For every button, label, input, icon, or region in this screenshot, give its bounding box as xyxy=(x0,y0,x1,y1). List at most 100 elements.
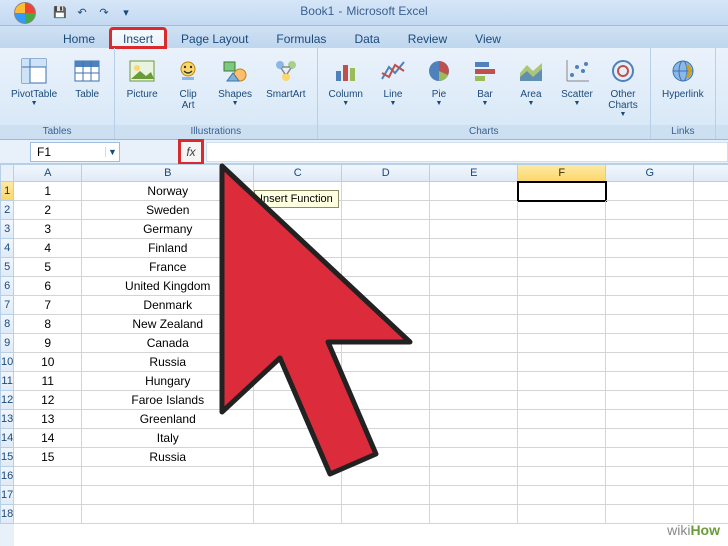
cell-H16[interactable] xyxy=(694,467,728,486)
cell-B12[interactable]: Faroe Islands xyxy=(82,391,254,410)
cell-E14[interactable] xyxy=(430,429,518,448)
cell-G3[interactable] xyxy=(606,220,694,239)
cell-F12[interactable] xyxy=(518,391,606,410)
cell-G5[interactable] xyxy=(606,258,694,277)
cell-A8[interactable]: 8 xyxy=(14,315,82,334)
cell-G2[interactable] xyxy=(606,201,694,220)
cell-A13[interactable]: 13 xyxy=(14,410,82,429)
cell-H1[interactable] xyxy=(694,182,728,201)
cell-D8[interactable] xyxy=(342,315,430,334)
pie-button[interactable]: Pie▼ xyxy=(418,52,460,110)
table-button[interactable]: Table xyxy=(66,52,108,103)
row-header-1[interactable]: 1 xyxy=(0,182,14,201)
cell-A15[interactable]: 15 xyxy=(14,448,82,467)
cell-E7[interactable] xyxy=(430,296,518,315)
cell-E3[interactable] xyxy=(430,220,518,239)
cell-D16[interactable] xyxy=(342,467,430,486)
cell-C11[interactable] xyxy=(254,372,342,391)
row-header-16[interactable]: 16 xyxy=(0,467,14,486)
tab-review[interactable]: Review xyxy=(395,28,460,48)
cell-H8[interactable] xyxy=(694,315,728,334)
row-header-6[interactable]: 6 xyxy=(0,277,14,296)
clipart-button[interactable]: Clip Art xyxy=(167,52,209,114)
cell-A1[interactable]: 1 xyxy=(14,182,82,201)
cell-C9[interactable] xyxy=(254,334,342,353)
cell-F18[interactable] xyxy=(518,505,606,524)
cell-E10[interactable] xyxy=(430,353,518,372)
column-header-A[interactable]: A xyxy=(14,164,82,182)
column-header-C[interactable]: C xyxy=(254,164,342,182)
cell-F5[interactable] xyxy=(518,258,606,277)
row-header-10[interactable]: 10 xyxy=(0,353,14,372)
picture-button[interactable]: Picture xyxy=(121,52,163,103)
cell-G8[interactable] xyxy=(606,315,694,334)
cell-E5[interactable] xyxy=(430,258,518,277)
cell-G15[interactable] xyxy=(606,448,694,467)
cell-E12[interactable] xyxy=(430,391,518,410)
cell-B7[interactable]: Denmark xyxy=(82,296,254,315)
cell-A2[interactable]: 2 xyxy=(14,201,82,220)
row-header-17[interactable]: 17 xyxy=(0,486,14,505)
cell-F2[interactable] xyxy=(518,201,606,220)
cell-A17[interactable] xyxy=(14,486,82,505)
cell-B17[interactable] xyxy=(82,486,254,505)
cell-G12[interactable] xyxy=(606,391,694,410)
cell-F8[interactable] xyxy=(518,315,606,334)
row-header-4[interactable]: 4 xyxy=(0,239,14,258)
cell-G1[interactable] xyxy=(606,182,694,201)
cell-E9[interactable] xyxy=(430,334,518,353)
cell-G13[interactable] xyxy=(606,410,694,429)
tab-formulas[interactable]: Formulas xyxy=(263,28,339,48)
cell-G9[interactable] xyxy=(606,334,694,353)
cell-H14[interactable] xyxy=(694,429,728,448)
line-button[interactable]: Line▼ xyxy=(372,52,414,110)
cell-B9[interactable]: Canada xyxy=(82,334,254,353)
cell-A16[interactable] xyxy=(14,467,82,486)
cell-E1[interactable] xyxy=(430,182,518,201)
area-button[interactable]: Area▼ xyxy=(510,52,552,110)
row-header-2[interactable]: 2 xyxy=(0,201,14,220)
cell-B6[interactable]: United Kingdom xyxy=(82,277,254,296)
column-header-H[interactable]: H xyxy=(694,164,728,182)
cell-A11[interactable]: 11 xyxy=(14,372,82,391)
cell-C14[interactable] xyxy=(254,429,342,448)
cell-H7[interactable] xyxy=(694,296,728,315)
cell-F9[interactable] xyxy=(518,334,606,353)
cell-H10[interactable] xyxy=(694,353,728,372)
cell-D17[interactable] xyxy=(342,486,430,505)
cell-F11[interactable] xyxy=(518,372,606,391)
cell-H2[interactable] xyxy=(694,201,728,220)
cell-C15[interactable] xyxy=(254,448,342,467)
cell-B10[interactable]: Russia xyxy=(82,353,254,372)
cell-H3[interactable] xyxy=(694,220,728,239)
cell-D5[interactable] xyxy=(342,258,430,277)
textbox-button[interactable]: AText Box xyxy=(722,52,728,114)
select-all-corner[interactable] xyxy=(0,164,14,182)
cell-H17[interactable] xyxy=(694,486,728,505)
cell-H13[interactable] xyxy=(694,410,728,429)
cell-G17[interactable] xyxy=(606,486,694,505)
cell-H15[interactable] xyxy=(694,448,728,467)
column-header-E[interactable]: E xyxy=(430,164,518,182)
cell-D3[interactable] xyxy=(342,220,430,239)
cell-H6[interactable] xyxy=(694,277,728,296)
cell-B15[interactable]: Russia xyxy=(82,448,254,467)
cell-G10[interactable] xyxy=(606,353,694,372)
redo-icon[interactable]: ↷ xyxy=(96,5,112,21)
cell-D1[interactable] xyxy=(342,182,430,201)
cell-B13[interactable]: Greenland xyxy=(82,410,254,429)
row-header-11[interactable]: 11 xyxy=(0,372,14,391)
cell-A5[interactable]: 5 xyxy=(14,258,82,277)
cell-F10[interactable] xyxy=(518,353,606,372)
cell-C18[interactable] xyxy=(254,505,342,524)
cell-C17[interactable] xyxy=(254,486,342,505)
cell-H12[interactable] xyxy=(694,391,728,410)
cell-B2[interactable]: Sweden xyxy=(82,201,254,220)
cell-C6[interactable] xyxy=(254,277,342,296)
row-header-9[interactable]: 9 xyxy=(0,334,14,353)
cell-A4[interactable]: 4 xyxy=(14,239,82,258)
cell-F3[interactable] xyxy=(518,220,606,239)
cell-A3[interactable]: 3 xyxy=(14,220,82,239)
cell-E17[interactable] xyxy=(430,486,518,505)
pivottable-button[interactable]: PivotTable▼ xyxy=(6,52,62,110)
